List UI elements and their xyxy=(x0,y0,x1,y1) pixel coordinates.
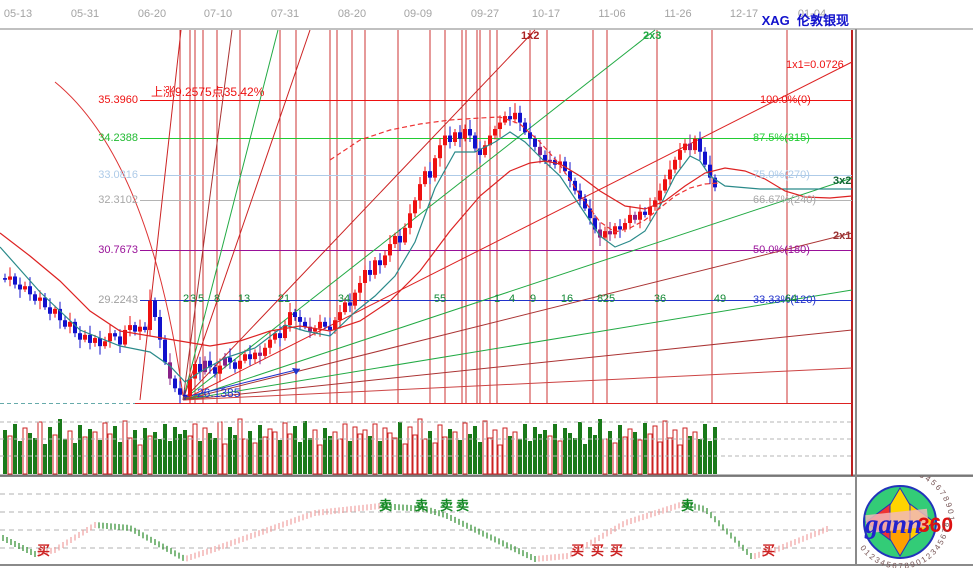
fib-percent-label: 100.0%(0) xyxy=(760,94,811,106)
time-gridlines xyxy=(180,30,852,476)
fib-sequence-number: 4 xyxy=(509,293,515,305)
sell-signal-marker: 卖 xyxy=(681,495,694,514)
fib-sequence-number: 16 xyxy=(561,293,573,305)
fib-sequence-number: 34 xyxy=(338,293,350,305)
fib-percent-label: 66.67%(240) xyxy=(753,194,816,206)
buy-signal-marker: 买 xyxy=(591,540,604,559)
instrument-name-label: 伦敦银现 xyxy=(797,13,849,28)
fan-label-2x1: 2x1 xyxy=(833,230,851,242)
date-label: 06-20 xyxy=(138,8,166,20)
fib-percent-label: 50.0%(180) xyxy=(753,244,810,256)
fib-sequence-number: 8 xyxy=(214,293,220,305)
date-label: 09-09 xyxy=(404,8,432,20)
chart-canvas[interactable] xyxy=(0,0,973,570)
sell-signal-marker: 卖 xyxy=(379,495,392,514)
date-label: 10-17 xyxy=(532,8,560,20)
gann-ratio-label: 1x1=0.0726 xyxy=(786,59,844,71)
low-price-label: 26.1385 xyxy=(197,386,240,400)
price-level-label: 33.0816 xyxy=(78,169,138,181)
fib-sequence-number: 64 xyxy=(785,293,797,305)
gann360-chart-window: 05-13 05-31 06-20 07-10 07-31 08-20 09-09 09-27… xyxy=(0,0,973,570)
sell-signal-marker: 卖 xyxy=(440,495,453,514)
gann360-logo: gann 360 01234567890123456789012345 0123… xyxy=(852,476,973,568)
sell-signal-marker: 卖 xyxy=(456,495,469,514)
fan-label-1x2: 1x2 xyxy=(521,30,539,42)
price-level-label: 30.7673 xyxy=(78,244,138,256)
fan-label-3x2: 3x2 xyxy=(833,175,851,187)
rise-annotation: 上涨9.2575点35.42% xyxy=(151,83,264,100)
logo-word: gann xyxy=(864,509,922,539)
fib-sequence-number: 3 xyxy=(190,293,196,305)
fib-sequence-number: 2 xyxy=(183,293,189,305)
price-level-label: 32.3102 xyxy=(78,194,138,206)
fib-sequence-number: 49 xyxy=(714,293,726,305)
price-level-label: 29.2243 xyxy=(78,294,138,306)
fib-sequence-number: 36 xyxy=(654,293,666,305)
fib-sequence-number: 5 xyxy=(198,293,204,305)
fib-sequence-number: 55 xyxy=(434,293,446,305)
buy-signal-marker: 买 xyxy=(610,540,623,559)
date-label: 11-26 xyxy=(664,8,691,20)
fib-sequence-number: 9 xyxy=(530,293,536,305)
date-label: 07-31 xyxy=(271,8,299,20)
date-label: 11-06 xyxy=(598,8,625,20)
fib-percent-label: 75.0%(270) xyxy=(753,169,810,181)
frame xyxy=(0,29,973,565)
sell-signal-marker: 卖 xyxy=(415,495,428,514)
price-level-label: 34.2388 xyxy=(78,132,138,144)
symbol-label: XAG xyxy=(762,13,790,28)
fib-sequence-number: 21 xyxy=(278,293,290,305)
price-level-label: 35.3960 xyxy=(78,94,138,106)
date-label: 05-13 xyxy=(4,8,32,20)
date-label: 08-20 xyxy=(338,8,366,20)
fan-label-2x3: 2x3 xyxy=(643,30,661,42)
instrument-title: XAG 伦敦银现 xyxy=(762,10,849,29)
fib-sequence-number: 1 xyxy=(494,293,500,305)
buy-signal-marker: 买 xyxy=(37,540,50,559)
date-label: 05-31 xyxy=(71,8,99,20)
fib-percent-label: 87.5%(315) xyxy=(753,132,810,144)
date-label: 09-27 xyxy=(471,8,499,20)
buy-signal-marker: 买 xyxy=(571,540,584,559)
volume-bars xyxy=(0,419,852,474)
fib-sequence-number: 25 xyxy=(603,293,615,305)
date-label: 12-17 xyxy=(730,8,758,20)
date-label: 07-10 xyxy=(204,8,232,20)
fib-sequence-number: 13 xyxy=(238,293,250,305)
buy-signal-marker: 买 xyxy=(762,540,775,559)
